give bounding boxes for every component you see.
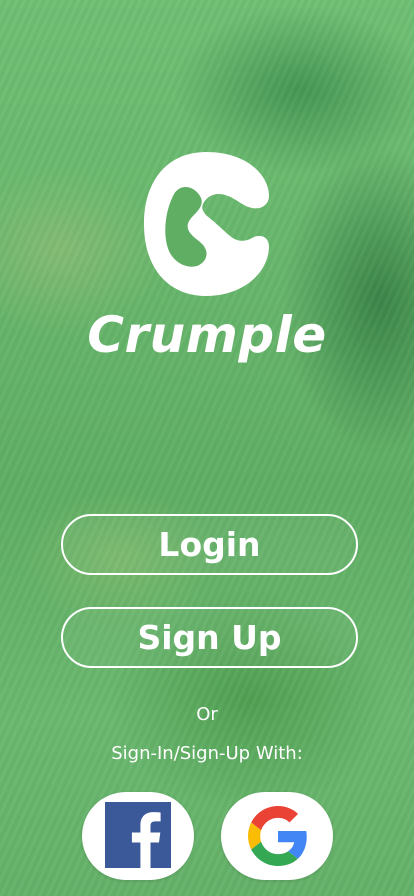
- app-name: Crumple: [87, 306, 327, 364]
- facebook-signin-button[interactable]: [82, 792, 194, 880]
- crumple-logo-icon: [144, 152, 270, 296]
- google-icon: [248, 806, 307, 866]
- or-divider-text: Or: [196, 704, 218, 725]
- social-signin-caption: Sign-In/Sign-Up With:: [111, 743, 303, 764]
- signup-button[interactable]: Sign Up: [61, 607, 358, 668]
- login-button[interactable]: Login: [61, 514, 358, 575]
- facebook-icon: [105, 802, 171, 868]
- google-signin-button[interactable]: [221, 792, 333, 880]
